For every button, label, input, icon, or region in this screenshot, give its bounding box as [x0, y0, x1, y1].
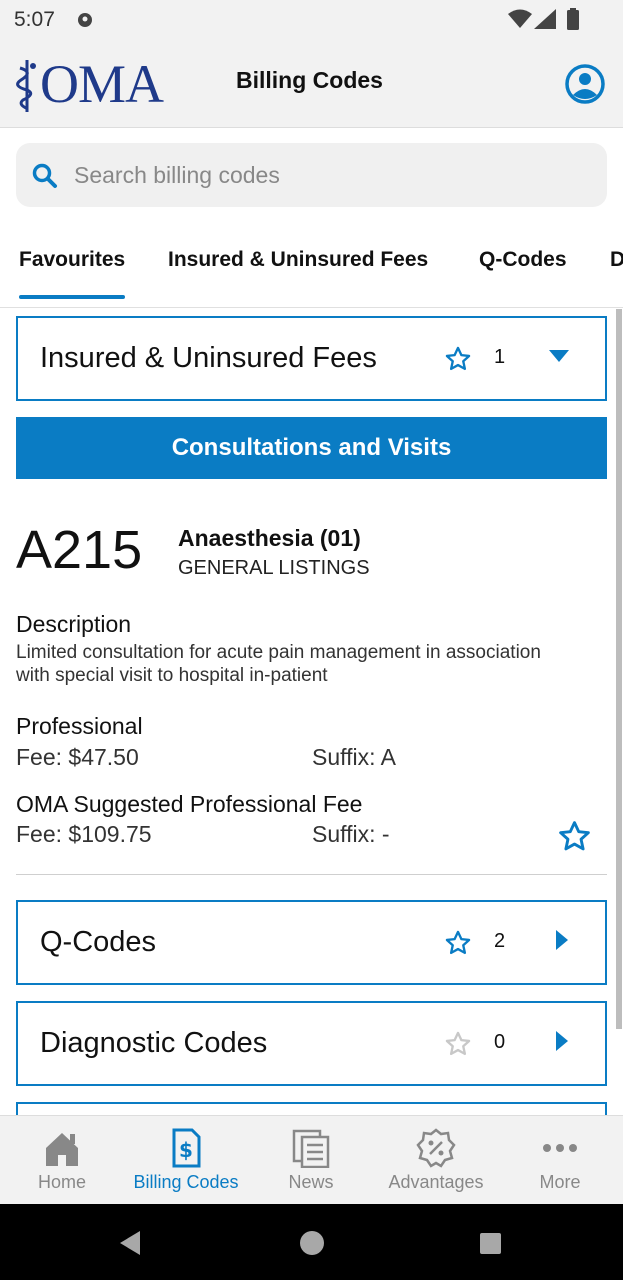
svg-text:$: $ — [179, 1138, 193, 1162]
caduceus-icon — [16, 60, 36, 112]
star-filled-icon — [445, 346, 471, 371]
professional-fee: Fee: $47.50 — [16, 744, 139, 770]
description-text: Limited consultation for acute pain mana… — [16, 642, 541, 686]
chevron-down-icon — [549, 350, 569, 362]
search-input[interactable] — [74, 157, 594, 193]
chevron-right-icon — [556, 1031, 568, 1051]
nav-label: Billing Codes — [133, 1172, 239, 1192]
nav-advantages[interactable]: Advantages — [374, 1116, 498, 1205]
suggested-fee: Fee: $109.75 — [16, 821, 152, 847]
nav-label: News — [288, 1172, 334, 1192]
search-icon — [32, 163, 57, 188]
scrollbar[interactable] — [616, 309, 622, 1029]
divider — [16, 874, 607, 875]
oma-logo[interactable]: OMA — [14, 54, 174, 114]
section-count: 0 — [494, 1031, 506, 1053]
news-icon — [292, 1129, 330, 1168]
section-label: Q-Codes — [40, 926, 157, 958]
specialty-name: Anaesthesia (01) — [178, 525, 361, 551]
section-label: Diagnostic Codes — [40, 1027, 268, 1059]
section-q-codes[interactable]: Q-Codes 2 — [16, 900, 607, 985]
suggested-fee-label: OMA Suggested Professional Fee — [16, 791, 363, 817]
more-icon — [543, 1144, 577, 1152]
nav-home[interactable]: Home — [0, 1116, 124, 1205]
section-count: 1 — [494, 346, 506, 368]
signal-icon — [534, 9, 556, 29]
logo-text: OMA — [40, 54, 164, 114]
professional-label: Professional — [16, 713, 143, 739]
home-button[interactable] — [300, 1231, 324, 1255]
favourite-star-icon[interactable] — [557, 819, 592, 854]
tab-favourites[interactable]: Favourites — [19, 248, 126, 299]
search-bar — [16, 143, 607, 207]
listing-name: GENERAL LISTINGS — [178, 557, 370, 579]
section-diagnostic-codes[interactable]: Diagnostic Codes 0 — [16, 1001, 607, 1086]
favourites-list[interactable]: Insured & Uninsured Fees 1 Consultations… — [0, 309, 623, 1115]
status-time: 5:07 — [14, 8, 55, 31]
tab-q-codes[interactable]: Q-Codes — [479, 248, 567, 272]
back-icon[interactable] — [118, 1230, 142, 1256]
advantages-icon — [416, 1128, 456, 1168]
tab-insured-uninsured-fees[interactable]: Insured & Uninsured Fees — [168, 248, 428, 272]
status-bar: 5:07 — [0, 0, 623, 40]
nav-label: More — [539, 1172, 581, 1192]
suggested-suffix: Suffix: - — [312, 821, 390, 847]
section-insured-uninsured-fees[interactable]: Insured & Uninsured Fees 1 — [16, 316, 607, 401]
home-icon — [46, 1133, 78, 1166]
nav-label: Home — [37, 1172, 86, 1192]
system-nav-bar — [0, 1204, 623, 1280]
nav-news[interactable]: News — [249, 1116, 373, 1205]
star-icon — [445, 930, 471, 955]
star-outline-icon — [445, 1031, 471, 1056]
billing-code: A215 — [16, 520, 143, 580]
nav-billing-codes[interactable]: $ Billing Codes — [124, 1116, 248, 1205]
section-count: 2 — [494, 930, 506, 952]
bottom-nav: Home $ Billing Codes News Advantages Mor… — [0, 1115, 623, 1204]
page-title: Billing Codes — [236, 67, 383, 93]
tab-diagnostic-codes[interactable]: D — [610, 248, 623, 272]
category-banner: Consultations and Visits — [16, 417, 607, 479]
professional-suffix: Suffix: A — [312, 744, 396, 770]
tab-bar: Favourites Insured & Uninsured Fees Q-Co… — [0, 222, 623, 308]
recent-apps-button[interactable] — [480, 1233, 501, 1254]
app-header: OMA Billing Codes — [0, 40, 623, 128]
battery-icon — [567, 8, 579, 30]
section-next[interactable] — [16, 1102, 607, 1115]
nav-more[interactable]: More — [498, 1116, 622, 1205]
description-label: Description — [16, 611, 132, 637]
account-icon[interactable] — [564, 63, 606, 105]
notification-icon — [78, 13, 92, 27]
nav-label: Advantages — [388, 1172, 484, 1192]
billing-codes-icon: $ — [172, 1128, 201, 1168]
section-label: Insured & Uninsured Fees — [40, 342, 377, 374]
chevron-right-icon — [556, 930, 568, 950]
wifi-icon — [508, 9, 532, 28]
